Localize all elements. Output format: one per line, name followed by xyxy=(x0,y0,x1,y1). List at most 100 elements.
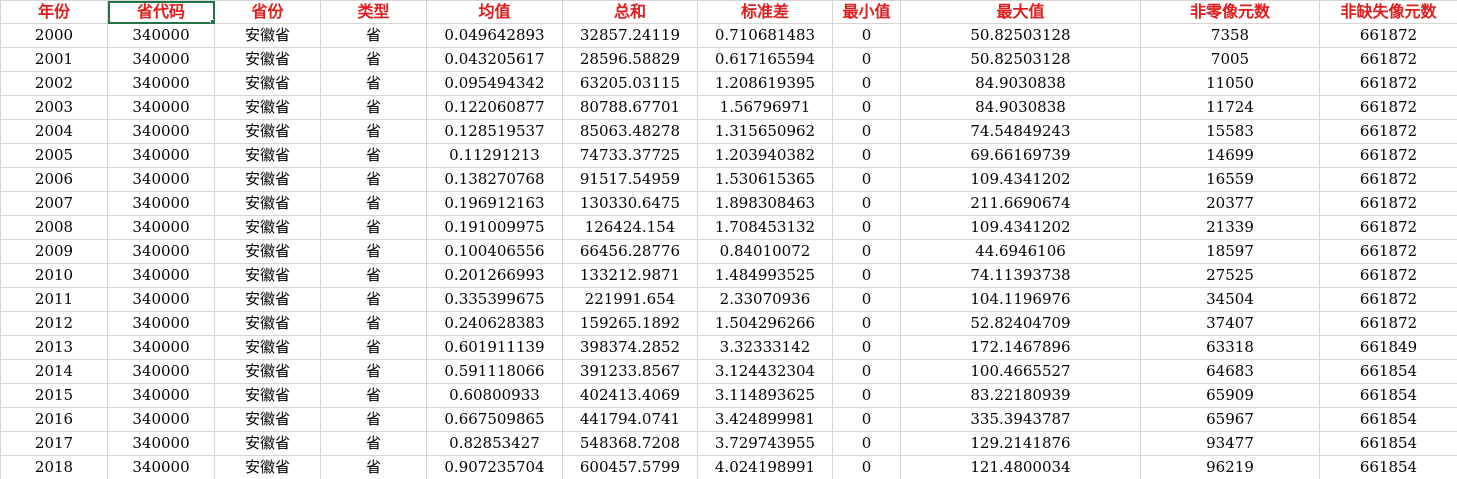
table-cell[interactable]: 0 xyxy=(832,239,901,264)
table-cell[interactable]: 2002 xyxy=(0,71,108,96)
table-cell[interactable]: 0 xyxy=(832,455,901,479)
table-cell[interactable]: 安徽省 xyxy=(214,215,321,240)
table-cell[interactable]: 1.56796971 xyxy=(697,95,833,120)
table-cell[interactable]: 2009 xyxy=(0,239,108,264)
table-cell[interactable]: 省 xyxy=(320,335,427,360)
table-cell[interactable]: 93477 xyxy=(1140,431,1320,456)
table-cell[interactable]: 661872 xyxy=(1319,191,1457,216)
table-cell[interactable]: 340000 xyxy=(107,23,215,48)
table-cell[interactable]: 340000 xyxy=(107,215,215,240)
table-cell[interactable]: 21339 xyxy=(1140,215,1320,240)
table-cell[interactable]: 2001 xyxy=(0,47,108,72)
table-cell[interactable]: 安徽省 xyxy=(214,431,321,456)
table-cell[interactable]: 27525 xyxy=(1140,263,1320,288)
table-cell[interactable]: 省 xyxy=(320,143,427,168)
table-cell[interactable]: 84.9030838 xyxy=(900,71,1141,96)
header-cell-sum[interactable]: 总和 xyxy=(562,0,698,24)
table-cell[interactable]: 109.4341202 xyxy=(900,215,1141,240)
table-cell[interactable]: 省 xyxy=(320,47,427,72)
table-cell[interactable]: 2007 xyxy=(0,191,108,216)
table-cell[interactable]: 0.907235704 xyxy=(426,455,563,479)
table-cell[interactable]: 安徽省 xyxy=(214,455,321,479)
table-cell[interactable]: 74.11393738 xyxy=(900,263,1141,288)
table-cell[interactable]: 50.82503128 xyxy=(900,47,1141,72)
table-cell[interactable]: 661872 xyxy=(1319,239,1457,264)
table-cell[interactable]: 28596.58829 xyxy=(562,47,698,72)
table-cell[interactable]: 2008 xyxy=(0,215,108,240)
table-cell[interactable]: 安徽省 xyxy=(214,95,321,120)
table-cell[interactable]: 661872 xyxy=(1319,47,1457,72)
header-cell-max[interactable]: 最大值 xyxy=(900,0,1141,24)
table-cell[interactable]: 1.208619395 xyxy=(697,71,833,96)
table-cell[interactable]: 2014 xyxy=(0,359,108,384)
table-cell[interactable]: 14699 xyxy=(1140,143,1320,168)
table-cell[interactable]: 65909 xyxy=(1140,383,1320,408)
table-cell[interactable]: 52.82404709 xyxy=(900,311,1141,336)
table-cell[interactable]: 83.22180939 xyxy=(900,383,1141,408)
table-cell[interactable]: 省 xyxy=(320,119,427,144)
header-cell-province[interactable]: 省份 xyxy=(214,0,321,24)
table-cell[interactable]: 安徽省 xyxy=(214,383,321,408)
table-cell[interactable]: 11050 xyxy=(1140,71,1320,96)
table-cell[interactable]: 安徽省 xyxy=(214,47,321,72)
table-cell[interactable]: 0.128519537 xyxy=(426,119,563,144)
table-cell[interactable]: 69.66169739 xyxy=(900,143,1141,168)
table-cell[interactable]: 16559 xyxy=(1140,167,1320,192)
table-cell[interactable]: 159265.1892 xyxy=(562,311,698,336)
table-cell[interactable]: 340000 xyxy=(107,335,215,360)
table-cell[interactable]: 省 xyxy=(320,239,427,264)
table-cell[interactable]: 7005 xyxy=(1140,47,1320,72)
table-cell[interactable]: 0.84010072 xyxy=(697,239,833,264)
table-cell[interactable]: 0.100406556 xyxy=(426,239,563,264)
table-cell[interactable]: 安徽省 xyxy=(214,287,321,312)
header-cell-year[interactable]: 年份 xyxy=(0,0,108,24)
table-cell[interactable]: 省 xyxy=(320,455,427,479)
table-cell[interactable]: 2000 xyxy=(0,23,108,48)
table-cell[interactable]: 661872 xyxy=(1319,71,1457,96)
header-cell-type[interactable]: 类型 xyxy=(320,0,427,24)
table-cell[interactable]: 3.124432304 xyxy=(697,359,833,384)
table-cell[interactable]: 省 xyxy=(320,311,427,336)
table-cell[interactable]: 2004 xyxy=(0,119,108,144)
table-cell[interactable]: 63205.03115 xyxy=(562,71,698,96)
table-cell[interactable]: 18597 xyxy=(1140,239,1320,264)
table-cell[interactable]: 100.4665527 xyxy=(900,359,1141,384)
table-cell[interactable]: 661872 xyxy=(1319,143,1457,168)
table-cell[interactable]: 340000 xyxy=(107,383,215,408)
table-cell[interactable]: 安徽省 xyxy=(214,359,321,384)
table-cell[interactable]: 130330.6475 xyxy=(562,191,698,216)
table-cell[interactable]: 1.530615365 xyxy=(697,167,833,192)
table-cell[interactable]: 548368.7208 xyxy=(562,431,698,456)
table-cell[interactable]: 0 xyxy=(832,359,901,384)
table-cell[interactable]: 省 xyxy=(320,287,427,312)
table-cell[interactable]: 340000 xyxy=(107,311,215,336)
table-cell[interactable]: 74.54849243 xyxy=(900,119,1141,144)
table-cell[interactable]: 0 xyxy=(832,287,901,312)
header-cell-nonmissing-count[interactable]: 非缺失像元数 xyxy=(1319,0,1457,24)
table-cell[interactable]: 34504 xyxy=(1140,287,1320,312)
table-cell[interactable]: 1.504296266 xyxy=(697,311,833,336)
table-cell[interactable]: 50.82503128 xyxy=(900,23,1141,48)
table-cell[interactable]: 1.203940382 xyxy=(697,143,833,168)
table-cell[interactable]: 安徽省 xyxy=(214,191,321,216)
table-cell[interactable]: 661854 xyxy=(1319,407,1457,432)
table-cell[interactable]: 安徽省 xyxy=(214,239,321,264)
table-cell[interactable]: 0 xyxy=(832,47,901,72)
table-cell[interactable]: 402413.4069 xyxy=(562,383,698,408)
table-cell[interactable]: 0 xyxy=(832,407,901,432)
table-cell[interactable]: 安徽省 xyxy=(214,263,321,288)
table-cell[interactable]: 0.240628383 xyxy=(426,311,563,336)
table-cell[interactable]: 0.667509865 xyxy=(426,407,563,432)
table-cell[interactable]: 109.4341202 xyxy=(900,167,1141,192)
table-cell[interactable]: 0.601911139 xyxy=(426,335,563,360)
table-cell[interactable]: 661854 xyxy=(1319,359,1457,384)
table-cell[interactable]: 2012 xyxy=(0,311,108,336)
table-cell[interactable]: 0.11291213 xyxy=(426,143,563,168)
table-cell[interactable]: 661872 xyxy=(1319,167,1457,192)
table-cell[interactable]: 211.6690674 xyxy=(900,191,1141,216)
table-cell[interactable]: 3.424899981 xyxy=(697,407,833,432)
table-cell[interactable]: 0 xyxy=(832,119,901,144)
table-cell[interactable]: 661872 xyxy=(1319,119,1457,144)
table-cell[interactable]: 84.9030838 xyxy=(900,95,1141,120)
header-cell-nonzero-count[interactable]: 非零像元数 xyxy=(1140,0,1320,24)
